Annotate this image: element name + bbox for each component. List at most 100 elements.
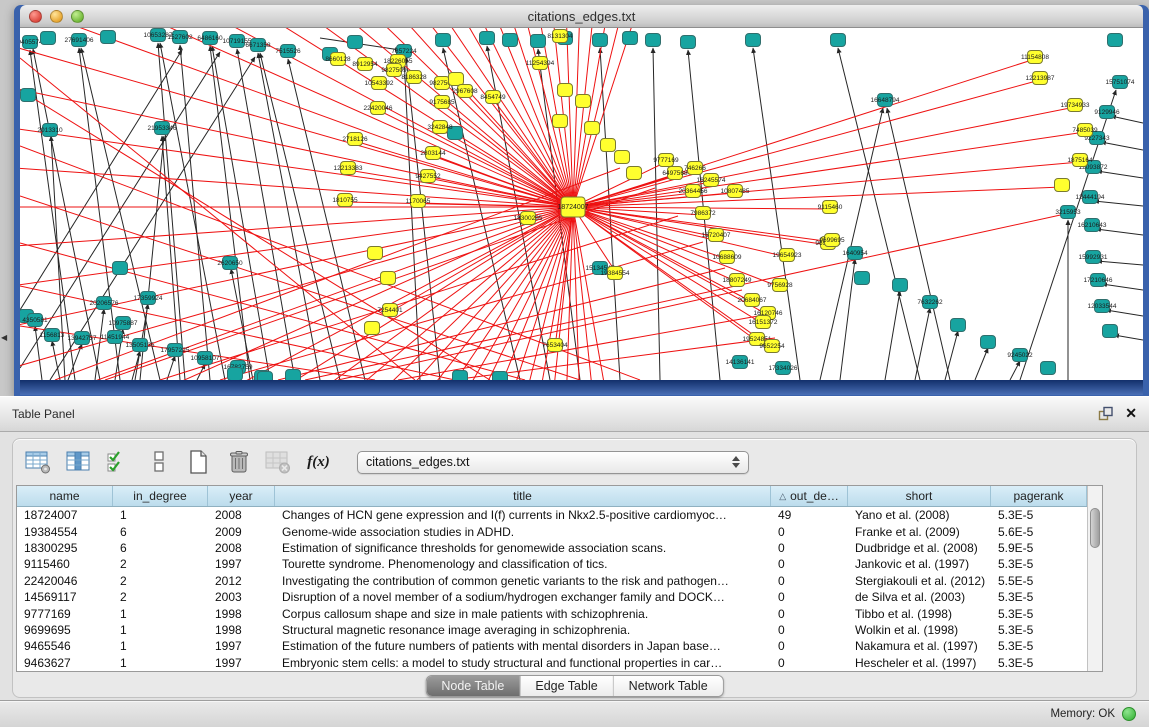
table-row[interactable]: 1938455462009Genome-wide association stu… — [17, 523, 1102, 539]
graph-node-teal[interactable] — [21, 89, 36, 102]
zoom-window-button[interactable] — [71, 10, 84, 23]
minimize-window-button[interactable] — [50, 10, 63, 23]
graph-node-teal[interactable] — [646, 34, 661, 47]
column-header-title[interactable]: title — [275, 486, 771, 506]
network-canvas[interactable]: 9405574276914061065328715276026486160107… — [20, 28, 1143, 380]
panel-collapse-arrow[interactable]: ◀ — [1, 333, 7, 342]
graph-node-teal[interactable] — [951, 319, 966, 332]
graph-node-yellow[interactable] — [381, 272, 396, 285]
table-row[interactable]: 911546021997Tourette syndrome. Phenomeno… — [17, 556, 1102, 572]
close-panel-icon[interactable]: ✕ — [1125, 405, 1137, 422]
graph-node-yellow[interactable] — [365, 322, 380, 335]
graph-node-teal[interactable] — [113, 262, 128, 275]
table-row[interactable]: 946362711997Embryonic stem cells: a mode… — [17, 655, 1102, 671]
graph-node-label: 20206576 — [90, 300, 119, 307]
graph-node-teal[interactable] — [981, 336, 996, 349]
memory-ok-indicator[interactable] — [1122, 707, 1136, 721]
graph-node-teal[interactable] — [436, 34, 451, 47]
float-panel-icon[interactable] — [1098, 406, 1113, 421]
graph-node-yellow[interactable] — [576, 95, 591, 108]
table-row[interactable]: 969969511998Structural magnetic resonanc… — [17, 622, 1102, 638]
graph-node-teal[interactable] — [681, 36, 696, 49]
table-cell: Embryonic stem cells: a model to study s… — [275, 656, 771, 670]
graph-node-teal[interactable] — [593, 34, 608, 47]
graph-node-yellow[interactable] — [1055, 179, 1070, 192]
graph-node-teal[interactable] — [623, 32, 638, 45]
graph-node-teal[interactable] — [286, 370, 301, 381]
tab-edge-table[interactable]: Edge Table — [519, 676, 612, 696]
network-graph[interactable]: 9405574276914061065328715276026486160107… — [20, 28, 1143, 380]
column-header-year[interactable]: year — [208, 486, 275, 506]
table-cell: 5.6E-5 — [991, 525, 1087, 539]
graph-node-teal[interactable] — [1103, 325, 1118, 338]
table-cell: 1 — [113, 607, 208, 621]
function-builder-icon[interactable]: f(x) — [305, 449, 332, 475]
graph-node-label: 11154808 — [1021, 54, 1049, 61]
graph-node-yellow[interactable] — [601, 139, 616, 152]
table-cell: 5.5E-5 — [991, 574, 1087, 588]
graph-node-teal[interactable] — [258, 372, 273, 381]
tab-node-table[interactable]: Node Table — [426, 676, 519, 696]
graph-node-teal[interactable] — [1108, 34, 1123, 47]
graph-node-yellow[interactable] — [615, 151, 630, 164]
graph-node-teal[interactable] — [831, 34, 846, 47]
delete-table-icon[interactable] — [225, 449, 252, 475]
graph-node-teal[interactable] — [228, 368, 243, 381]
graph-node-yellow[interactable] — [558, 84, 573, 97]
graph-node-teal[interactable] — [746, 34, 761, 47]
graph-node-label: 1156813 — [40, 332, 65, 339]
table-cell: 2009 — [208, 525, 275, 539]
graph-node-teal[interactable] — [493, 372, 508, 381]
table-cell: 0 — [771, 623, 848, 637]
graph-node-teal[interactable] — [41, 32, 56, 45]
graph-node-label: 10543392 — [365, 80, 394, 87]
table-cell: Tibbo et al. (1998) — [848, 607, 991, 621]
row-selection-icon[interactable] — [105, 449, 132, 475]
graph-node-teal[interactable] — [893, 279, 908, 292]
column-header-in_degree[interactable]: in_degree — [113, 486, 208, 506]
row-height-icon[interactable] — [145, 449, 172, 475]
table-row[interactable]: 2242004622012Investigating the contribut… — [17, 573, 1102, 589]
graph-node-label: 9756928 — [767, 282, 793, 289]
column-header-out_de[interactable]: △out_de… — [771, 486, 848, 506]
table-vertical-scrollbar[interactable] — [1087, 486, 1102, 671]
graph-node-label: 21953346 — [148, 125, 177, 132]
table-source-dropdown[interactable]: citations_edges.txt — [357, 451, 749, 474]
scrollbar-thumb[interactable] — [1090, 508, 1100, 548]
graph-node-teal[interactable] — [101, 31, 116, 44]
table-cell: 18724007 — [17, 508, 113, 522]
table-cell: 22420046 — [17, 574, 113, 588]
graph-node-label: 2013310 — [37, 127, 63, 134]
table-row[interactable]: 1830029562008Estimation of significance … — [17, 540, 1102, 556]
tab-network-table[interactable]: Network Table — [613, 676, 723, 696]
graph-node-yellow[interactable] — [553, 115, 568, 128]
table-row[interactable]: 946554611997Estimation of the future num… — [17, 638, 1102, 654]
table-row[interactable]: 1872400712008Changes of HCN gene express… — [17, 507, 1102, 523]
create-new-table-icon[interactable] — [185, 449, 212, 475]
table-row[interactable]: 977716911998Corpus callosum shape and si… — [17, 605, 1102, 621]
window-titlebar[interactable]: citations_edges.txt — [20, 5, 1143, 28]
column-header-name[interactable]: name — [17, 486, 113, 506]
table-cell: 5.3E-5 — [991, 607, 1087, 621]
graph-node-label: 10975887 — [109, 320, 138, 327]
graph-node-label: 16210643 — [1078, 222, 1107, 229]
graph-node-teal[interactable] — [348, 36, 363, 49]
graph-node-teal[interactable] — [480, 32, 495, 45]
column-header-pagerank[interactable]: pagerank — [991, 486, 1087, 506]
graph-node-teal[interactable] — [855, 272, 870, 285]
graph-node-teal[interactable] — [453, 371, 468, 381]
column-visibility-icon[interactable] — [65, 449, 92, 475]
graph-node-yellow[interactable] — [585, 122, 600, 135]
graph-node-yellow[interactable] — [368, 247, 383, 260]
table-row[interactable]: 1456911722003Disruption of a novel membe… — [17, 589, 1102, 605]
graph-node-label: 12213383 — [334, 165, 363, 172]
graph-node-teal[interactable] — [531, 35, 546, 48]
close-window-button[interactable] — [29, 10, 42, 23]
table-settings-icon[interactable] — [25, 449, 52, 475]
table-cell: Tourette syndrome. Phenomenology and cla… — [275, 557, 771, 571]
graph-node-teal[interactable] — [1041, 362, 1056, 375]
graph-node-teal[interactable] — [503, 34, 518, 47]
graph-node-yellow[interactable] — [449, 73, 464, 86]
graph-node-yellow[interactable] — [627, 167, 642, 180]
column-header-short[interactable]: short — [848, 486, 991, 506]
